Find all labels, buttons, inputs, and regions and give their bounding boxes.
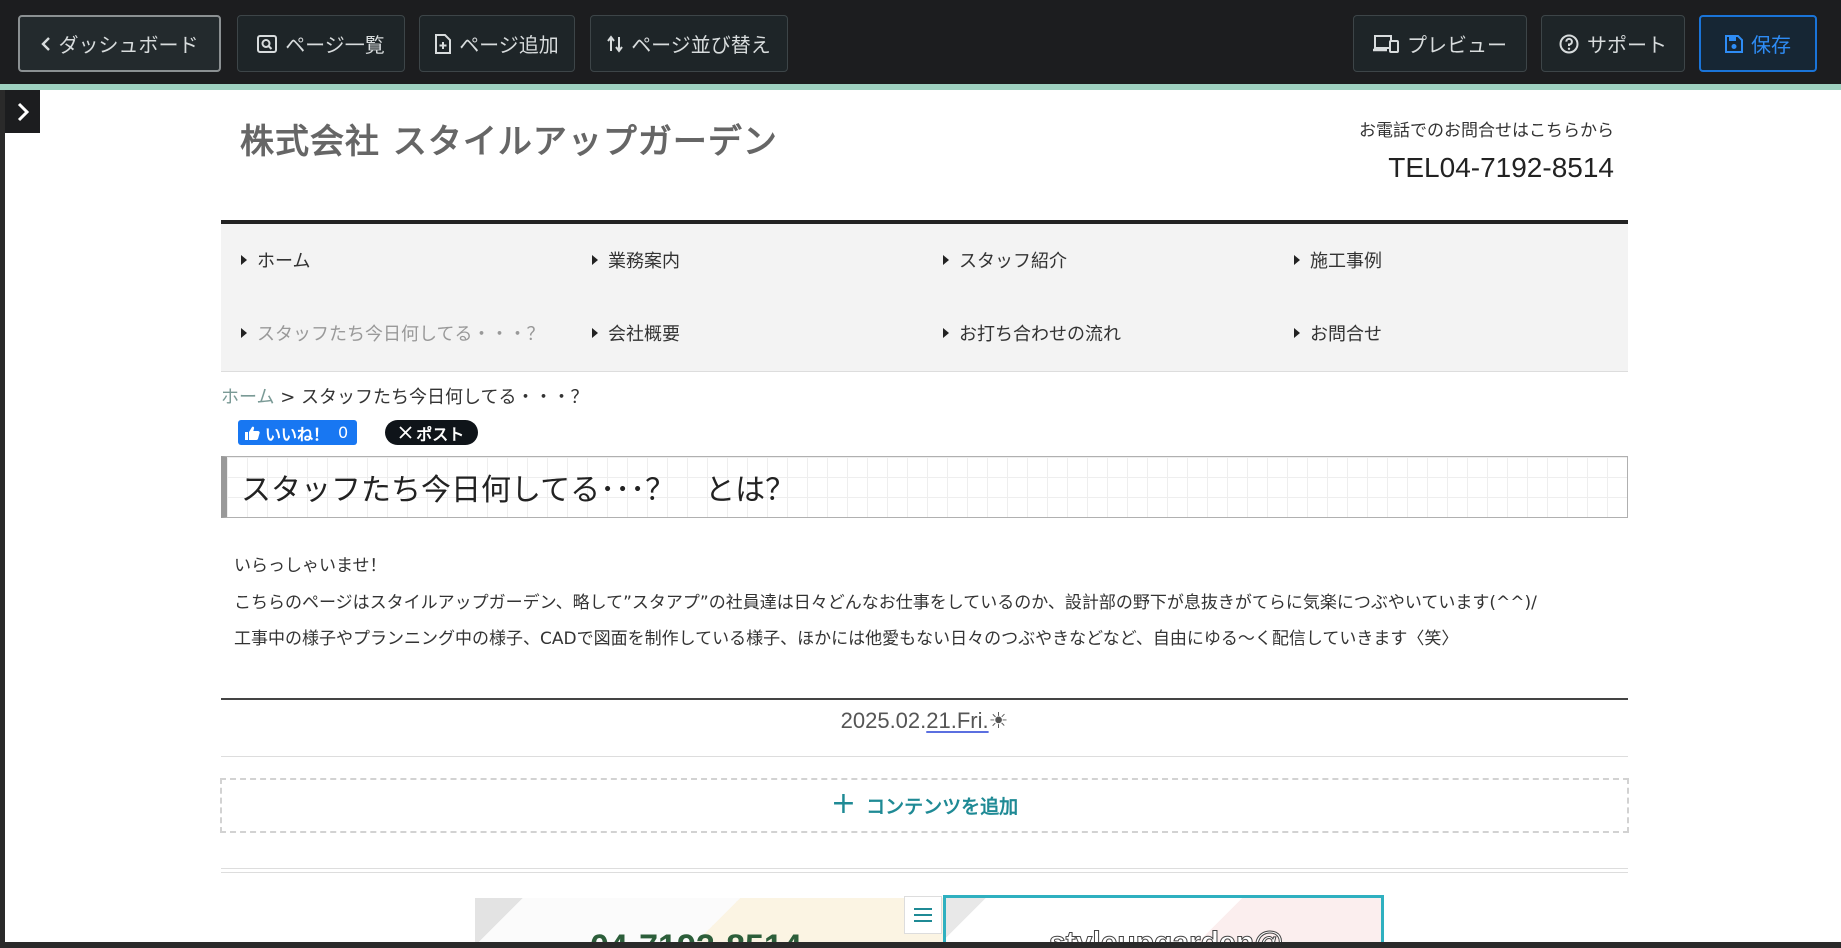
drag-handle[interactable] (904, 896, 942, 934)
divider (221, 698, 1628, 700)
search-page-icon (257, 34, 278, 53)
nav-item-services[interactable]: 業務案内 (592, 245, 932, 275)
intro-text-block[interactable]: いらっしゃいませ！ こちらのページはスタイルアップガーデン、略して”スタアプ”の… (234, 548, 1537, 658)
page-list-button[interactable]: ページ一覧 (237, 15, 405, 72)
tel-number: TEL04-7192-8514 (1388, 152, 1614, 183)
hamburger-icon (914, 908, 932, 922)
triangle-bullet-icon (943, 255, 949, 265)
plus-icon: + (830, 786, 857, 821)
triangle-bullet-icon (943, 328, 949, 338)
preview-label: プレビュー (1407, 33, 1507, 57)
divider (221, 756, 1628, 757)
devices-icon (1373, 34, 1399, 53)
breadcrumb-separator: > (280, 387, 296, 408)
breadcrumb-current: スタッフたち今日何してる・・・？ (301, 387, 589, 408)
post-date[interactable]: 2025.02.21.Fri.☀ (221, 708, 1628, 734)
sidebar-toggle[interactable] (5, 90, 40, 133)
banner-mail-address: styleupgarden@ (1048, 926, 1283, 943)
page-canvas: 株式会社 スタイルアップガーデン お電話でのお問合せはこちらから TEL04-7… (5, 90, 1841, 942)
page-heading-text: スタッフたち今日何してる･･･？ とは？ (241, 473, 796, 508)
triangle-bullet-icon (1294, 328, 1300, 338)
add-content-label: コンテンツを追加 (866, 796, 1019, 818)
chevron-right-icon (17, 102, 29, 121)
nav-item-label: 業務案内 (608, 251, 680, 272)
nav-item-staff-today[interactable]: スタッフたち今日何してる・・・？ (241, 318, 581, 348)
sun-icon: ☀ (988, 708, 1009, 733)
breadcrumb-home[interactable]: ホーム (221, 387, 274, 408)
nav-item-label: お問合せ (1310, 324, 1382, 345)
add-page-button[interactable]: ページ追加 (419, 15, 575, 72)
floppy-disk-icon (1725, 34, 1743, 53)
window-bottom-edge (0, 942, 1841, 948)
intro-paragraph: 工事中の様子やプランニング中の様子、CADで図面を制作している様子、ほかには他愛… (234, 629, 1459, 649)
tel-note: お電話でのお問合せはこちらから (1359, 121, 1614, 141)
dashboard-button[interactable]: ダッシュボード (18, 15, 221, 72)
global-nav: ホーム 業務案内 スタッフ紹介 施工事例 スタッフたち今日何してる・・・？ 会社… (221, 220, 1628, 372)
nav-item-works[interactable]: 施工事例 (1294, 245, 1634, 275)
triangle-bullet-icon (592, 255, 598, 265)
triangle-bullet-icon (241, 328, 247, 338)
nav-item-home[interactable]: ホーム (241, 245, 581, 275)
nav-item-label: ホーム (257, 251, 311, 272)
triangle-bullet-icon (1294, 255, 1300, 265)
nav-item-label: 会社概要 (608, 324, 680, 345)
editor-toolbar: ダッシュボード ページ一覧 ページ追加 ページ並び替え プレビュー サポート 保… (0, 0, 1841, 86)
nav-item-contact[interactable]: お問合せ (1294, 318, 1634, 348)
nav-item-meeting-flow[interactable]: お打ち合わせの流れ (943, 318, 1283, 348)
chevron-left-icon (40, 36, 50, 51)
intro-paragraph: いらっしゃいませ！ (234, 556, 387, 576)
save-button[interactable]: 保存 (1699, 15, 1817, 72)
post-label: ポスト (416, 424, 465, 444)
nav-item-staff[interactable]: スタッフ紹介 (943, 245, 1283, 275)
nav-item-company[interactable]: 会社概要 (592, 318, 932, 348)
dashboard-label: ダッシュボード (58, 33, 199, 57)
facebook-like-button[interactable]: いいね！ 0 (238, 420, 358, 445)
save-label: 保存 (1751, 33, 1791, 57)
sort-arrows-icon (607, 34, 623, 53)
intro-paragraph: こちらのページはスタイルアップガーデン、略して”スタアプ”の社員達は日々どんなお… (234, 592, 1537, 613)
triangle-bullet-icon (592, 328, 598, 338)
x-post-button[interactable]: ポスト (385, 420, 479, 445)
nav-item-label: お打ち合わせの流れ (959, 324, 1121, 345)
question-circle-icon (1559, 34, 1579, 53)
social-buttons: いいね！ 0 ポスト (238, 420, 479, 445)
page-heading[interactable]: スタッフたち今日何してる･･･？ とは？ (221, 456, 1628, 518)
sort-pages-label: ページ並び替え (631, 33, 771, 57)
phone-banner[interactable]: 04-7192-8514 (475, 898, 945, 942)
like-label: いいね！ (265, 424, 330, 444)
file-plus-icon (435, 33, 452, 54)
thumbs-up-icon (245, 426, 260, 440)
page-list-label: ページ一覧 (285, 33, 385, 57)
nav-item-label: 施工事例 (1310, 251, 1382, 272)
nav-item-label: スタッフ紹介 (959, 251, 1067, 272)
breadcrumb: ホーム > スタッフたち今日何してる・・・？ (221, 383, 589, 409)
add-page-label: ページ追加 (459, 33, 559, 57)
triangle-bullet-icon (241, 255, 247, 265)
like-count: 0 (338, 423, 349, 442)
add-content-button[interactable]: + コンテンツを追加 (220, 778, 1629, 833)
preview-button[interactable]: プレビュー (1353, 15, 1527, 72)
support-button[interactable]: サポート (1541, 15, 1685, 72)
date-prefix: 2025.02. (840, 708, 927, 733)
date-underlined: 21.Fri. (926, 708, 989, 733)
company-name[interactable]: 株式会社 スタイルアップガーデン (240, 114, 778, 163)
x-logo-icon (399, 426, 412, 439)
support-label: サポート (1587, 33, 1667, 57)
nav-item-label: スタッフたち今日何してる・・・？ (257, 324, 545, 345)
double-divider (221, 868, 1628, 873)
sort-pages-button[interactable]: ページ並び替え (590, 15, 788, 72)
mail-banner[interactable]: styleupgarden@ (943, 895, 1384, 942)
banner-phone-number: 04-7192-8514 (590, 928, 802, 942)
